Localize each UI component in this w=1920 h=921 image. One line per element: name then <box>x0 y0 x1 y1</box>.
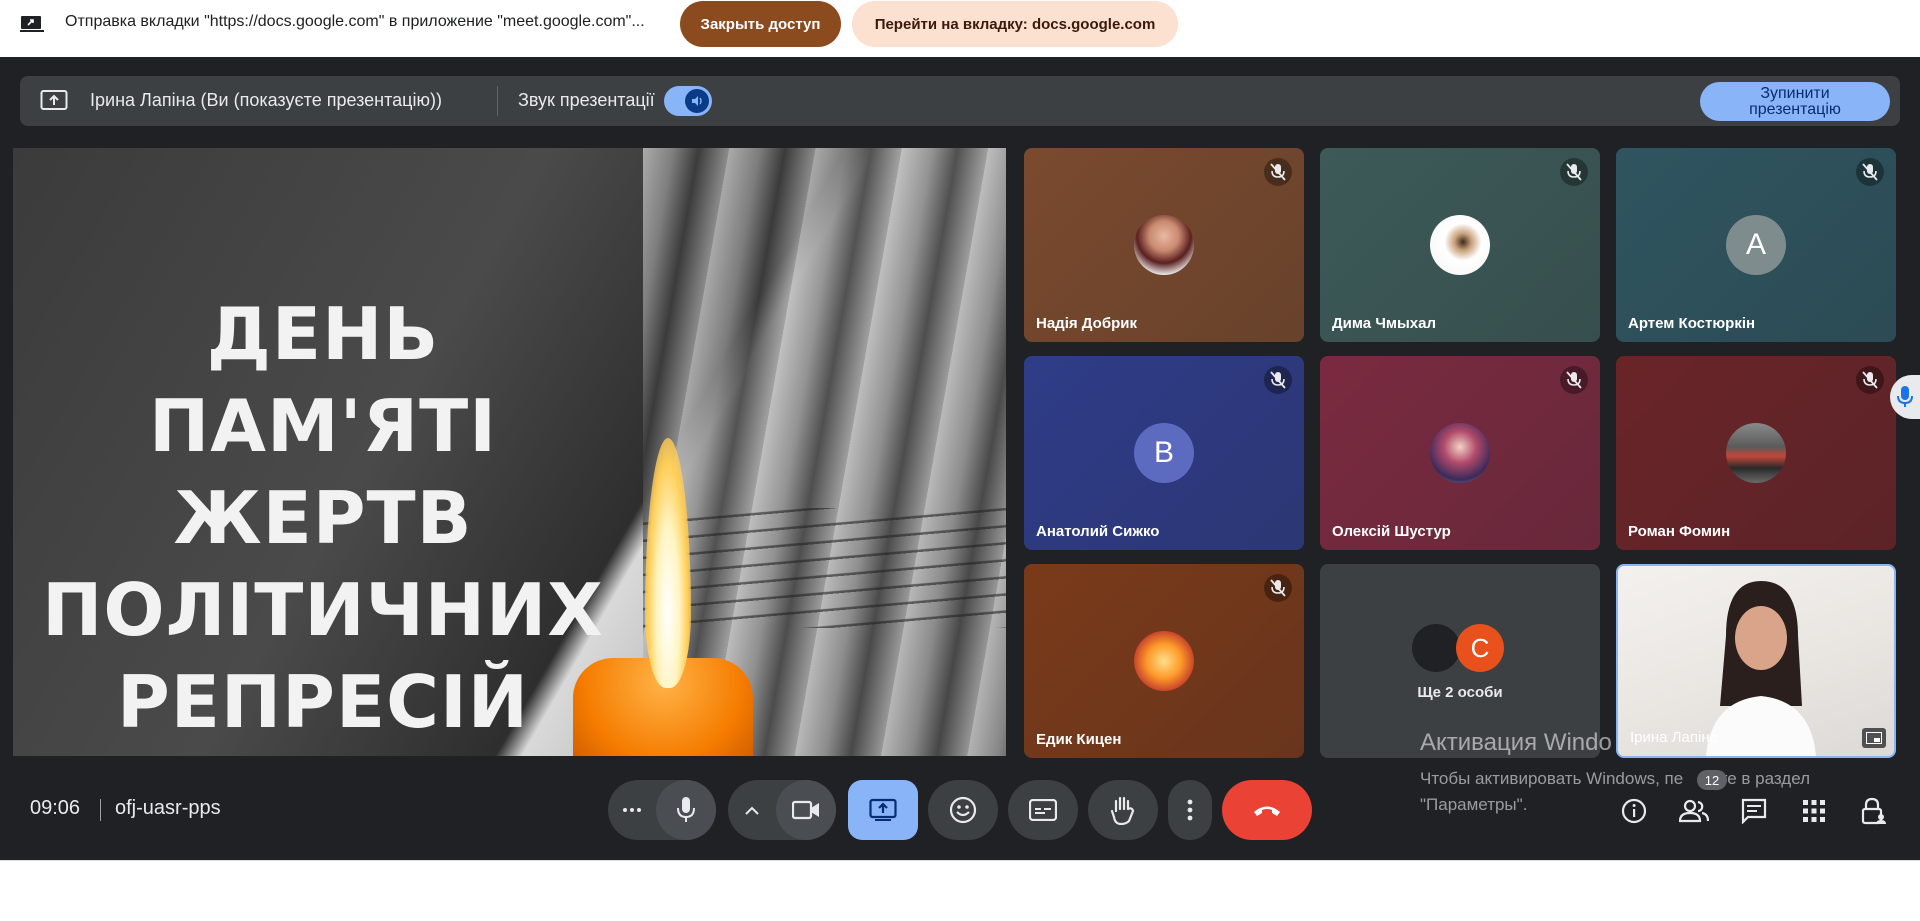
more-participants-avatars: С <box>1412 624 1512 674</box>
host-controls-button[interactable] <box>1857 794 1891 828</box>
presentation-audio-label: Звук презентації <box>518 90 655 110</box>
barbed-wire-graphic <box>643 508 1006 628</box>
muted-mic-icon <box>1560 158 1588 186</box>
captions-button[interactable] <box>1008 780 1078 840</box>
meeting-details-button[interactable] <box>1617 794 1651 828</box>
avatar: A <box>1726 215 1786 275</box>
participant-name: Роман Фомин <box>1628 523 1731 540</box>
muted-mic-icon <box>1264 158 1292 186</box>
end-call-icon <box>1254 806 1280 816</box>
self-video-feed <box>1706 581 1816 756</box>
presentation-bar: Ірина Лапіна (Ви (показуєте презентацію)… <box>20 76 1900 126</box>
video-options-button[interactable] <box>728 806 776 815</box>
slide-title-line: ДЕНЬ <box>206 292 440 376</box>
present-screen-icon <box>40 90 68 110</box>
share-tab-icon <box>20 16 44 32</box>
participant-count-badge: 12 <box>1697 770 1727 790</box>
raise-hand-icon <box>1110 796 1135 825</box>
activities-button[interactable] <box>1797 794 1831 828</box>
participant-tile[interactable]: Роман Фомин <box>1616 356 1896 550</box>
participant-name: Артем Костюркін <box>1628 315 1756 332</box>
muted-mic-icon <box>1856 366 1884 394</box>
switch-to-tab-button[interactable]: Перейти на вкладку: docs.google.com <box>852 1 1178 47</box>
reactions-button[interactable] <box>928 780 998 840</box>
meeting-clock: 09:06 <box>30 797 81 819</box>
avatar <box>1726 423 1786 483</box>
more-options-button[interactable] <box>1168 780 1212 840</box>
watermark-line: Чтобы активировать Windows, пе дите в ра… <box>1420 769 1811 788</box>
participant-name: Дима Чмыхал <box>1332 315 1436 332</box>
leave-call-button[interactable] <box>1222 780 1312 840</box>
microphone-icon <box>677 797 695 822</box>
more-vertical-icon <box>1187 799 1193 821</box>
avatar: С <box>1456 624 1504 672</box>
microphone-icon <box>1897 386 1913 407</box>
avatar <box>1430 215 1490 275</box>
muted-mic-icon <box>1264 366 1292 394</box>
chevron-up-icon <box>745 806 759 815</box>
avatar <box>1430 423 1490 483</box>
people-icon <box>1679 799 1709 823</box>
audio-control-group <box>608 780 716 840</box>
closed-captions-icon <box>1029 799 1057 821</box>
tab-sharing-infobar: Отправка вкладки "https://docs.google.co… <box>0 0 1920 56</box>
picture-in-picture-icon[interactable] <box>1862 728 1886 748</box>
participant-tile[interactable]: Олексій Шустур <box>1320 356 1600 550</box>
muted-mic-icon <box>1264 574 1292 602</box>
microphone-button[interactable] <box>656 780 716 840</box>
stop-sharing-button[interactable]: Закрыть доступ <box>680 1 841 47</box>
avatar <box>1134 215 1194 275</box>
participant-name: Надія Добрик <box>1036 315 1137 332</box>
muted-mic-icon <box>1856 158 1884 186</box>
participant-tile[interactable]: Дима Чмыхал <box>1320 148 1600 342</box>
presenter-name: Ірина Лапіна (Ви (показуєте презентацію)… <box>90 90 442 110</box>
people-button[interactable] <box>1677 794 1711 828</box>
chat-icon <box>1741 798 1767 824</box>
audio-options-button[interactable] <box>608 807 656 813</box>
raise-hand-button[interactable] <box>1088 780 1158 840</box>
sharing-message: Отправка вкладки "https://docs.google.co… <box>65 13 645 30</box>
present-now-button[interactable] <box>848 780 918 840</box>
participant-name: Олексій Шустур <box>1332 523 1451 540</box>
apps-grid-icon <box>1803 800 1825 822</box>
presentation-audio-toggle[interactable] <box>664 86 712 116</box>
participant-tile[interactable]: Едик Кицен <box>1024 564 1304 758</box>
slide-title-line: ПАМ'ЯТІ ЖЕРТВ <box>148 384 497 560</box>
avatar: В <box>1134 423 1194 483</box>
present-screen-icon <box>869 798 897 821</box>
page-bottom-area <box>0 860 1920 921</box>
video-control-group <box>728 780 836 840</box>
avatar <box>1134 631 1194 691</box>
participant-tile[interactable]: В Анатолий Сижко <box>1024 356 1304 550</box>
more-horizontal-icon <box>623 808 641 812</box>
emoji-icon <box>949 796 977 824</box>
self-view-tile[interactable]: Ірина Лапіна <box>1616 564 1896 758</box>
avatar <box>1412 624 1460 672</box>
slide-title: ДЕНЬ ПАМ'ЯТІ ЖЕРТВ ПОЛІТИЧНИХ РЕПРЕСІЙ <box>33 288 613 748</box>
participant-name: Едик Кицен <box>1036 731 1122 748</box>
divider <box>100 799 101 821</box>
participant-tile[interactable]: A Артем Костюркін <box>1616 148 1896 342</box>
meeting-code: ofj-uasr-pps <box>115 797 221 819</box>
slide-title-line: РЕПРЕСІЙ <box>116 660 530 744</box>
meet-window: Ірина Лапіна (Ви (показуєте презентацію)… <box>0 57 1920 860</box>
participant-tile[interactable]: Надія Добрик <box>1024 148 1304 342</box>
participant-name: Анатолий Сижко <box>1036 523 1160 540</box>
windows-activation-title: Активация Windo <box>1420 729 1612 756</box>
slide-title-line: ПОЛІТИЧНИХ <box>42 568 604 652</box>
chat-button[interactable] <box>1737 794 1771 828</box>
muted-mic-icon <box>1560 366 1588 394</box>
more-participants-label: Ще 2 особи <box>1417 684 1503 701</box>
speaker-icon <box>685 89 709 113</box>
participant-name: Ірина Лапіна <box>1630 729 1718 746</box>
shared-presentation-slide: ДЕНЬ ПАМ'ЯТІ ЖЕРТВ ПОЛІТИЧНИХ РЕПРЕСІЙ <box>13 148 1006 756</box>
stop-presenting-button[interactable]: Зупинити презентацію <box>1700 82 1890 121</box>
divider <box>497 86 498 116</box>
lock-person-icon <box>1861 797 1886 825</box>
info-icon <box>1621 798 1647 824</box>
camera-button[interactable] <box>776 780 836 840</box>
camera-icon <box>792 800 819 820</box>
